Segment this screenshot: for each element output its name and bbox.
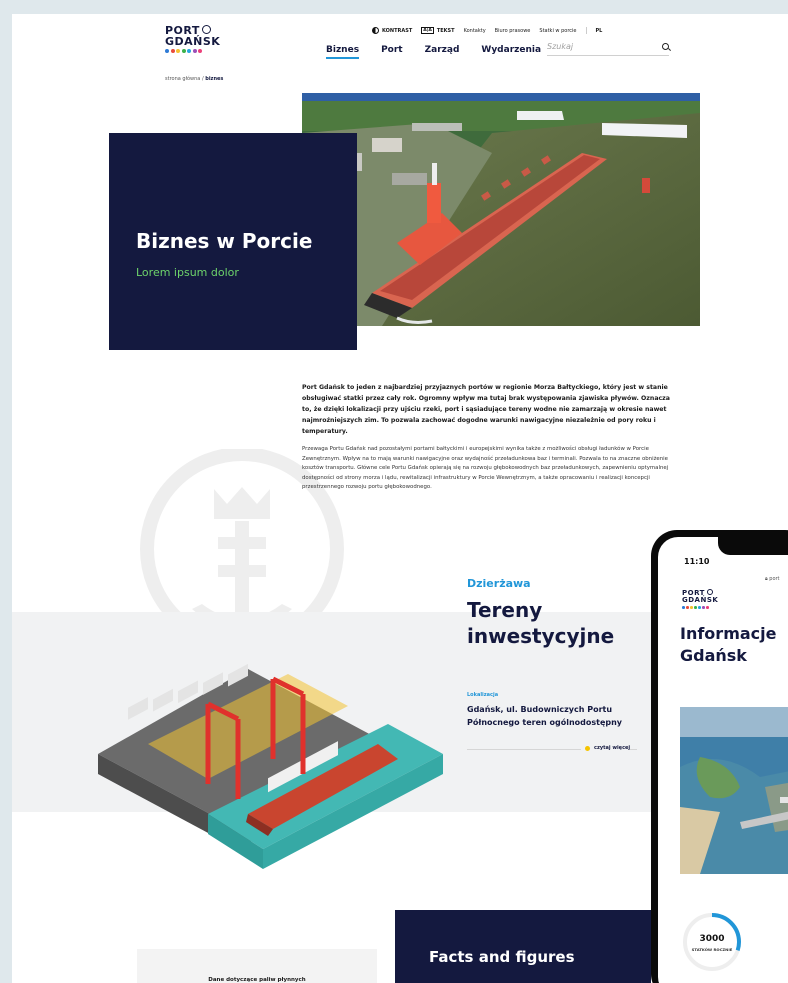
nav-item-wydarzenia[interactable]: Wydarzenia [481, 45, 541, 59]
logo-dot [698, 606, 701, 609]
contrast-icon [372, 27, 379, 34]
anchor-icon [201, 25, 211, 34]
language-switch[interactable]: PL [596, 28, 603, 34]
facts-and-figures-box: Facts and figures [395, 910, 651, 983]
utility-bar: KONTRAST A|A TEKST Kontakty Biuro prasowe… [372, 27, 602, 34]
nav-item-zarzad[interactable]: Zarząd [425, 45, 460, 59]
main-nav: Biznes Port Zarząd Wydarzenia [326, 45, 563, 59]
link-statki-w-porcie[interactable]: Statki w porcie [539, 28, 576, 34]
divider [585, 27, 587, 34]
logo-dot [702, 606, 705, 609]
intro-bold-paragraph: Port Gdańsk to jeden z najbardziej przyj… [302, 384, 670, 435]
logo-dot [181, 49, 186, 53]
search-box [547, 42, 669, 56]
section-label: Dzierżawa [467, 577, 531, 590]
link-kontakty[interactable]: Kontakty [464, 28, 486, 34]
logo-color-dots [682, 606, 718, 609]
facts-title: Facts and figures [429, 948, 575, 966]
logo-dot [176, 49, 180, 53]
intro-text: Port Gdańsk to jeden z najbardziej przyj… [302, 382, 672, 493]
logo-dot [694, 606, 697, 609]
phone-logo[interactable]: PORT GDAŃSK [682, 589, 718, 609]
text-size-toggle[interactable]: A|A TEKST [421, 27, 455, 34]
phone-mockup: 11:10 🔒︎ port PORT GDAŃSK Informacje Gda… [651, 530, 788, 983]
nav-item-biznes[interactable]: Biznes [326, 45, 360, 59]
logo-dot [192, 49, 197, 53]
logo-dot [706, 606, 709, 609]
phone-notch [718, 537, 788, 555]
logo-dot [690, 606, 693, 609]
phone-time: 11:10 [684, 557, 710, 566]
read-more-link[interactable]: czytaj więcej [581, 745, 631, 751]
phone-page-title: Informacje Gdańsk [680, 624, 777, 665]
logo-dot [198, 49, 202, 53]
logo-dot [170, 49, 175, 53]
search-icon[interactable] [662, 43, 669, 50]
anchor-icon [706, 589, 713, 595]
logo-dot [682, 606, 685, 609]
phone-url-bar[interactable]: 🔒︎ port [765, 576, 780, 582]
location-text: Gdańsk, ul. Budowniczych Portu Północneg… [467, 705, 623, 727]
fuel-data-title: Dane dotyczące paliw płynnych [208, 977, 306, 983]
breadcrumb-current: biznes [205, 76, 224, 82]
phone-screen: 11:10 🔒︎ port PORT GDAŃSK Informacje Gda… [658, 537, 788, 983]
stat-value: 3000 [699, 934, 725, 944]
intro-regular-paragraph: Przewaga Portu Gdańsk nad pozostałymi po… [302, 446, 669, 491]
hero-ship-image [302, 93, 700, 326]
logo-dot [165, 49, 169, 53]
logo-color-dots [165, 49, 220, 53]
logo-dot [187, 49, 191, 53]
bullet-dot-icon [585, 745, 590, 751]
link-biuro-prasowe[interactable]: Biuro prasowe [495, 28, 531, 34]
breadcrumb-separator: / [201, 76, 204, 82]
port-gdansk-logo[interactable]: PORT GDAŃSK [165, 25, 220, 53]
hero-title: Biznes w Porcie [136, 229, 313, 253]
terminal-isometric-illustration [98, 663, 443, 869]
phone-aerial-image [680, 707, 788, 874]
fuel-data-card[interactable]: Dane dotyczące paliw płynnych [137, 949, 377, 983]
nav-item-port[interactable]: Port [381, 45, 403, 59]
logo-dot [686, 606, 689, 609]
breadcrumb-home[interactable]: strona główna [165, 76, 200, 82]
hero-subtitle: Lorem ipsum dolor [136, 266, 239, 279]
stat-label: STATKÓW ROCZNIE [691, 947, 733, 952]
breadcrumb: strona główna / biznes [165, 76, 223, 82]
text-size-icon: A|A [421, 27, 434, 34]
logo-word-gdansk: GDAŃSK [165, 35, 221, 48]
section-title: Tereny inwestycyjne [467, 598, 615, 648]
search-input[interactable] [547, 42, 647, 51]
lock-icon: 🔒︎ [765, 576, 768, 582]
hero-title-box: Biznes w Porcie Lorem ipsum dolor [109, 133, 357, 350]
contrast-toggle[interactable]: KONTRAST [372, 27, 412, 34]
location-label: Lokalizacja [467, 692, 499, 698]
